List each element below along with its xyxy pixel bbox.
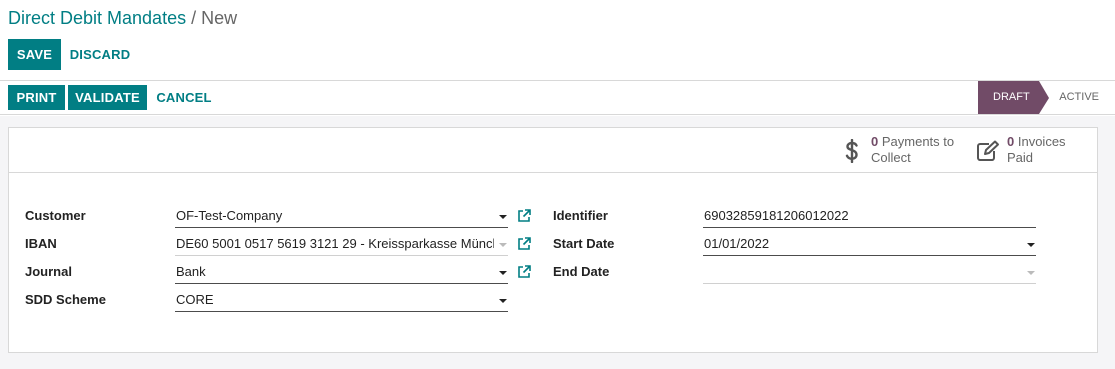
journal-value: Bank [176,264,206,279]
identifier-field[interactable]: 69032859181206012022 [703,206,1036,228]
invoices-text: 0 Invoices Paid [1007,134,1066,166]
iban-label: IBAN [25,236,57,251]
invoices-paid-button[interactable]: 0 Invoices Paid [975,134,1085,168]
breadcrumb-separator: / [191,8,197,28]
iban-field[interactable]: DE60 5001 0517 5619 3121 29 - Kreisspark… [175,234,508,256]
start-date-field[interactable]: 01/01/2022 [703,234,1036,256]
breadcrumb-current: New [201,8,238,28]
sdd-scheme-select[interactable]: CORE [175,290,508,312]
statusbar: DRAFT ACTIVE [978,81,1115,114]
external-link-icon[interactable] [517,265,531,279]
breadcrumb: Direct Debit Mandates / New [8,8,237,28]
invoices-count: 0 [1007,134,1015,149]
start-date-value: 01/01/2022 [704,236,770,251]
chevron-down-icon[interactable] [1027,271,1035,275]
sdd-scheme-label: SDD Scheme [25,292,106,307]
customer-value: OF-Test-Company [176,208,283,223]
chevron-down-icon[interactable] [1027,243,1035,247]
invoices-label-line2: Paid [1007,150,1034,165]
print-button[interactable]: PRINT [8,85,65,110]
end-date-label: End Date [553,264,610,279]
payments-to-collect-button[interactable]: 0 Payments to Collect [839,134,967,168]
cancel-button[interactable]: CANCEL [150,85,218,110]
payments-text: 0 Payments to Collect [871,134,954,166]
payments-label-line1: Payments to [881,134,955,149]
payments-count: 0 [871,134,879,149]
chevron-down-icon[interactable] [499,299,507,303]
payments-label-line2: Collect [871,150,911,165]
breadcrumb-parent-link[interactable]: Direct Debit Mandates [8,8,186,28]
invoices-label-line1: Invoices [1017,134,1066,149]
iban-value: DE60 5001 0517 5619 3121 29 - Kreisspark… [176,236,494,251]
action-bar: PRINT VALIDATE CANCEL DRAFT ACTIVE [0,80,1115,115]
journal-label: Journal [25,264,72,279]
chevron-down-icon[interactable] [499,271,507,275]
sdd-scheme-value: CORE [176,292,214,307]
customer-field[interactable]: OF-Test-Company [175,206,508,228]
status-draft[interactable]: DRAFT [978,81,1049,114]
validate-button[interactable]: VALIDATE [68,85,147,110]
customer-label: Customer [25,208,86,223]
smart-button-box: 0 Payments to Collect 0 Invoices Paid [9,128,1097,173]
dollar-icon [839,138,865,164]
status-active[interactable]: ACTIVE [1039,81,1115,114]
discard-button[interactable]: DISCARD [64,39,136,70]
start-date-label: Start Date [553,236,615,251]
identifier-label: Identifier [553,208,608,223]
end-date-field[interactable] [703,262,1036,284]
external-link-icon[interactable] [517,209,531,223]
identifier-value: 69032859181206012022 [704,208,849,223]
chevron-down-icon[interactable] [499,215,507,219]
external-link-icon[interactable] [517,237,531,251]
journal-field[interactable]: Bank [175,262,508,284]
save-button[interactable]: SAVE [8,39,61,70]
edit-icon [975,138,1001,164]
chevron-down-icon[interactable] [499,243,507,247]
